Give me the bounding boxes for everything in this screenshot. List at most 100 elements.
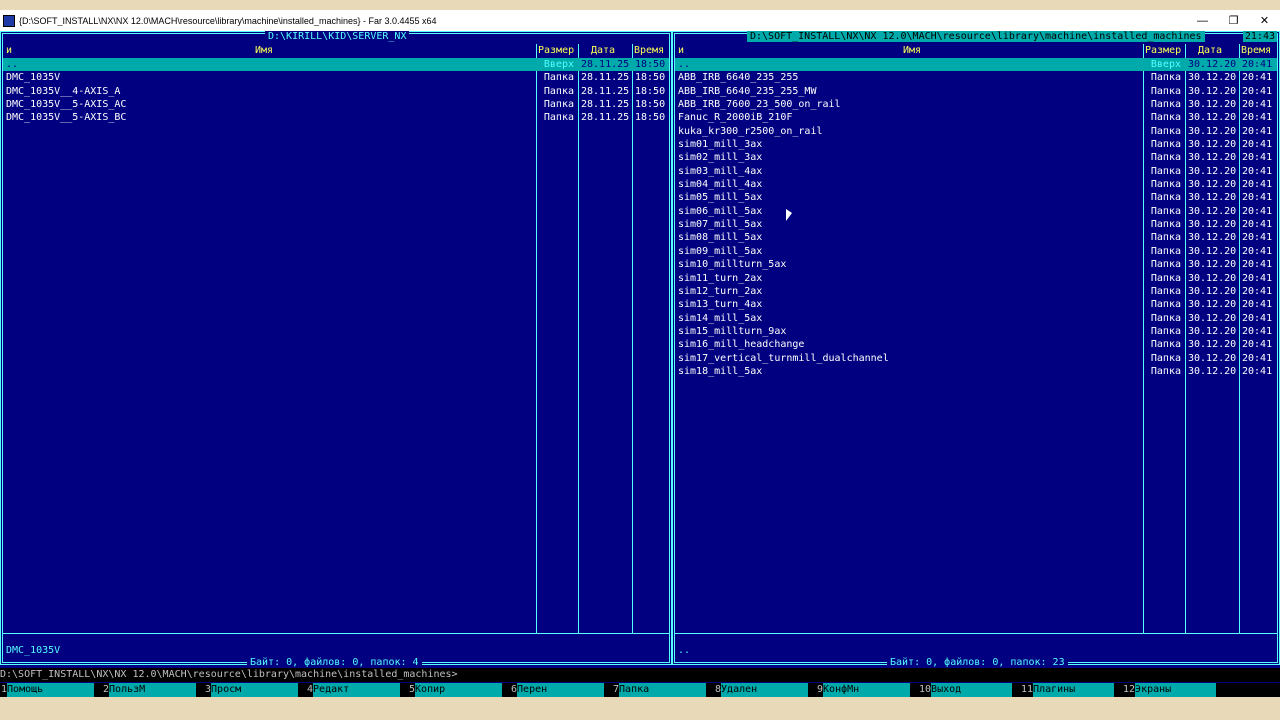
right-file-row[interactable]: sim13_turn_4ax Папка 30.12.20 20:41 xyxy=(675,298,1277,311)
right-file-row[interactable]: ABB_IRB_6640_235_255_MW Папка 30.12.20 20:4… xyxy=(675,85,1277,98)
right-row-name: sim08_mill_5ax xyxy=(678,232,763,244)
right-file-row[interactable]: sim10_millturn_5ax Папка 30.12.20 20:41 xyxy=(675,258,1277,271)
fkey-9[interactable]: 9 КонфМн xyxy=(816,683,918,697)
left-row-time: 18:50 xyxy=(635,72,666,84)
fkey-10[interactable]: 10 Выход xyxy=(918,683,1020,697)
fkey-12[interactable]: 12 Экраны xyxy=(1122,683,1224,697)
right-file-row[interactable]: sim12_turn_2ax Папка 30.12.20 20:41 xyxy=(675,285,1277,298)
fkey-1[interactable]: 1 Помощь xyxy=(0,683,102,697)
right-file-row[interactable]: sim05_mill_5ax Папка 30.12.20 20:41 xyxy=(675,191,1277,204)
right-file-row[interactable]: sim18_mill_5ax Папка 30.12.20 20:41 xyxy=(675,365,1277,378)
fkey-11[interactable]: 11 Плагины xyxy=(1020,683,1122,697)
right-file-row[interactable]: sim03_mill_4ax Папка 30.12.20 20:41 xyxy=(675,165,1277,178)
fkey-8[interactable]: 8 Удален xyxy=(714,683,816,697)
right-panel-path[interactable]: D:\SOFT_INSTALL\NX\NX 12.0\MACH\resource… xyxy=(747,31,1205,42)
right-file-row[interactable]: sim15_millturn_9ax Папка 30.12.20 20:41 xyxy=(675,325,1277,338)
left-panel-info-divider xyxy=(3,633,669,634)
left-file-row[interactable]: DMC_1035V__5-AXIS_AC Папка 28.11.25 18:50 xyxy=(3,98,669,111)
right-row-name: sim18_mill_5ax xyxy=(678,365,763,377)
right-row-size: Папка xyxy=(1150,72,1181,84)
right-file-row[interactable]: .. Вверх 30.12.20 20:41 xyxy=(675,58,1277,72)
fkey-number: 1 xyxy=(1,684,8,695)
left-header-name[interactable]: Имя xyxy=(255,44,273,57)
left-header-date[interactable]: Дата xyxy=(591,44,615,57)
right-file-row[interactable]: Fanuc_R_2000iB_210F Папка 30.12.20 20:41 xyxy=(675,111,1277,124)
left-panel-path[interactable]: D:\KIRILL\KID\SERVER_NX xyxy=(265,31,410,42)
fkey-7[interactable]: 7 Папка xyxy=(612,683,714,697)
right-header-marker: и xyxy=(678,45,685,56)
right-row-time: 20:41 xyxy=(1242,85,1273,97)
fkey-label: Помощь xyxy=(7,683,94,697)
left-header-size[interactable]: Размер xyxy=(538,44,574,57)
right-file-row[interactable]: sim17_vertical_turnmill_dualchannel Папка… xyxy=(675,352,1277,365)
right-file-row[interactable]: sim01_mill_3ax Папка 30.12.20 20:41 xyxy=(675,138,1277,151)
left-col-separator-size xyxy=(536,44,537,634)
right-file-row[interactable]: sim11_turn_2ax Папка 30.12.20 20:41 xyxy=(675,272,1277,285)
right-row-size: Папка xyxy=(1150,312,1181,324)
right-panel-status: Байт: 0, файлов: 0, папок: 23 xyxy=(887,657,1068,668)
right-file-row[interactable]: sim07_mill_5ax Папка 30.12.20 20:41 xyxy=(675,218,1277,231)
fkey-5[interactable]: 5 Копир xyxy=(408,683,510,697)
right-row-time: 20:41 xyxy=(1242,165,1273,177)
left-col-separator-time xyxy=(632,44,633,634)
right-row-date: 30.12.20 xyxy=(1188,312,1237,324)
fkey-number: 4 xyxy=(307,684,314,695)
left-file-row[interactable]: DMC_1035V__4-AXIS_A Папка 28.11.25 18:50 xyxy=(3,85,669,98)
right-file-row[interactable]: ABB_IRB_6640_235_255 Папка 30.12.20 20:41 xyxy=(675,71,1277,84)
fkey-label: Папка xyxy=(619,683,706,697)
left-row-size: Папка xyxy=(543,85,574,97)
left-file-row[interactable]: DMC_1035V Папка 28.11.25 18:50 xyxy=(3,71,669,84)
left-file-row[interactable]: DMC_1035V__5-AXIS_BC Папка 28.11.25 18:50 xyxy=(3,111,669,124)
right-file-row[interactable]: kuka_kr300_r2500_on_rail Папка 30.12.20 20:… xyxy=(675,125,1277,138)
right-header-time[interactable]: Время xyxy=(1241,44,1271,57)
right-file-row[interactable]: sim09_mill_5ax Папка 30.12.20 20:41 xyxy=(675,245,1277,258)
command-line[interactable]: D:\SOFT_INSTALL\NX\NX 12.0\MACH\resource… xyxy=(0,668,1280,682)
right-file-row[interactable]: ABB_IRB_7600_23_500_on_rail Папка 30.12.20… xyxy=(675,98,1277,111)
right-header-date[interactable]: Дата xyxy=(1198,44,1222,57)
right-file-row[interactable]: sim14_mill_5ax Папка 30.12.20 20:41 xyxy=(675,312,1277,325)
fkey-label: Выход xyxy=(931,683,1012,697)
fkey-4[interactable]: 4 Редакт xyxy=(306,683,408,697)
right-panel-info-divider xyxy=(675,633,1277,634)
right-row-name: sim09_mill_5ax xyxy=(678,245,763,257)
left-row-date: 28.11.25 xyxy=(581,99,630,111)
right-row-time: 20:41 xyxy=(1242,365,1273,377)
right-row-time: 20:41 xyxy=(1242,312,1273,324)
right-file-row[interactable]: sim02_mill_3ax Папка 30.12.20 20:41 xyxy=(675,151,1277,164)
fkey-label: Удален xyxy=(721,683,808,697)
maximize-button[interactable]: ❐ xyxy=(1218,14,1249,27)
right-row-size: Папка xyxy=(1150,99,1181,111)
left-row-size: Папка xyxy=(543,99,574,111)
minimize-button[interactable]: — xyxy=(1187,15,1218,27)
left-file-row[interactable]: .. Вверх 28.11.25 18:50 xyxy=(3,58,669,72)
right-header-size[interactable]: Размер xyxy=(1145,44,1181,57)
right-row-size: Папка xyxy=(1150,285,1181,297)
right-header-name[interactable]: Имя xyxy=(903,44,921,57)
left-row-name: .. xyxy=(6,59,19,70)
right-file-row[interactable]: sim04_mill_4ax Папка 30.12.20 20:41 xyxy=(675,178,1277,191)
right-file-row[interactable]: sim06_mill_5ax Папка 30.12.20 20:41 xyxy=(675,205,1277,218)
fkey-label: Копир xyxy=(415,683,502,697)
fkey-2[interactable]: 2 ПользМ xyxy=(102,683,204,697)
right-row-name: .. xyxy=(678,59,691,70)
fkey-3[interactable]: 3 Просм xyxy=(204,683,306,697)
right-file-row[interactable]: sim16_mill_headchange Папка 30.12.20 20:41 xyxy=(675,338,1277,351)
left-header-time[interactable]: Время xyxy=(634,44,664,57)
right-row-name: sim05_mill_5ax xyxy=(678,192,763,204)
right-row-time: 20:41 xyxy=(1242,299,1273,311)
close-button[interactable]: ✕ xyxy=(1249,14,1280,27)
left-row-time: 18:50 xyxy=(635,112,666,124)
right-row-time: 20:41 xyxy=(1242,125,1273,137)
right-row-name: sim02_mill_3ax xyxy=(678,152,763,164)
fkey-6[interactable]: 6 Перен xyxy=(510,683,612,697)
fkey-number: 5 xyxy=(409,684,416,695)
left-col-separator-date xyxy=(578,44,579,634)
fkey-label: Экраны xyxy=(1135,683,1216,697)
right-file-panel[interactable]: D:\SOFT_INSTALL\NX\NX 12.0\MACH\resource… xyxy=(672,31,1280,668)
right-row-date: 30.12.20 xyxy=(1188,192,1237,204)
right-file-row[interactable]: sim08_mill_5ax Папка 30.12.20 20:41 xyxy=(675,231,1277,244)
right-row-time: 20:41 xyxy=(1242,219,1273,231)
clock: 21:43 xyxy=(1242,31,1277,42)
right-row-time: 20:41 xyxy=(1242,245,1273,257)
left-file-panel[interactable]: D:\KIRILL\KID\SERVER_NX и Имя Размер Дат… xyxy=(0,31,672,668)
